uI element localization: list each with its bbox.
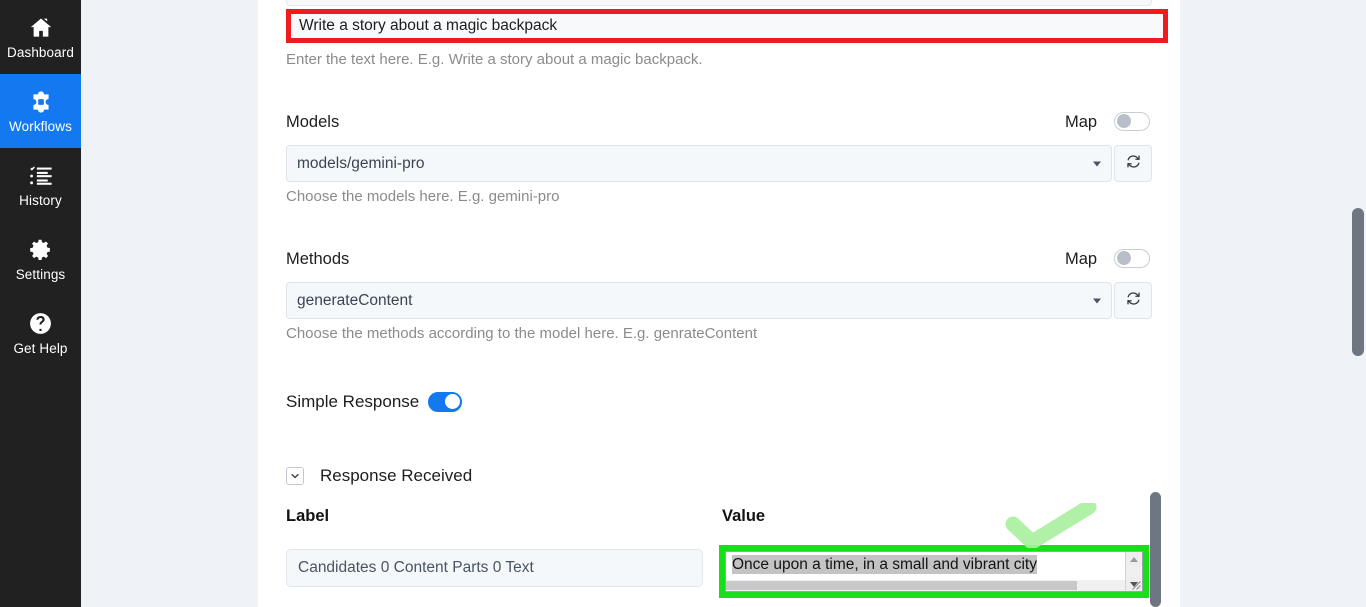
workflows-puzzle-icon [28,89,54,115]
application-window: Dashboard Workflows History Settings Get… [0,0,1366,607]
value-text-content: Once upon a time, in a small and vibrant… [732,554,1125,576]
previous-field-stub [286,0,1152,6]
methods-refresh-button[interactable] [1114,282,1152,319]
page-scrollbar-thumb[interactable] [1352,208,1364,356]
resize-handle-icon[interactable] [1128,577,1141,590]
value-horizontal-scrollbar-thumb[interactable] [726,581,1078,590]
sidebar-item-history[interactable]: History [0,148,81,222]
chevron-down-icon [1093,161,1101,166]
models-select[interactable]: models/gemini-pro [286,145,1112,182]
methods-map-label: Map [1065,250,1098,268]
label-column-header: Label [286,507,330,525]
page-scrollbar[interactable] [1352,0,1364,607]
value-text-region[interactable]: Once upon a time, in a small and vibrant… [726,552,1125,591]
history-list-icon [28,163,54,189]
sidebar-navigation: Dashboard Workflows History Settings Get… [0,0,81,607]
chevron-down-icon[interactable] [286,467,304,485]
inner-panel-scrollbar-thumb[interactable] [1150,492,1161,607]
response-label-input[interactable] [286,549,703,587]
methods-field-label: Methods [286,250,350,268]
sidebar-item-settings[interactable]: Settings [0,222,81,296]
gear-icon [28,237,54,263]
models-map-toggle[interactable] [1114,112,1150,131]
question-circle-icon [28,311,54,337]
sidebar-item-label: Settings [15,266,66,282]
chevron-down-icon [1093,298,1101,303]
refresh-icon [1126,154,1141,174]
methods-map-toggle[interactable] [1114,249,1150,268]
methods-helper-text: Choose the methods according to the mode… [286,325,758,342]
sidebar-item-label: Workflows [9,118,72,134]
value-selected-text: Once upon a time, in a small and vibrant… [732,555,1037,574]
methods-select-row: generateContent [286,282,1152,319]
sidebar-item-dashboard[interactable]: Dashboard [0,0,81,74]
response-received-header: Response Received [286,466,472,486]
value-textarea-highlight-box: Once upon a time, in a small and vibrant… [719,545,1149,598]
models-map-label: Map [1065,113,1098,131]
sidebar-item-label: Get Help [13,340,68,356]
sidebar-item-get-help[interactable]: Get Help [0,296,81,370]
models-selected-value: models/gemini-pro [297,154,425,172]
scroll-up-arrow-icon[interactable] [1125,552,1142,566]
sidebar-item-workflows[interactable]: Workflows [0,74,81,148]
prompt-input-highlight-box [286,9,1168,43]
response-value-textarea[interactable]: Once upon a time, in a small and vibrant… [725,551,1143,592]
value-column-header: Value [722,507,766,525]
prompt-text-input[interactable] [291,14,1163,38]
models-select-row: models/gemini-pro [286,145,1152,182]
models-field-label: Models [286,113,340,131]
value-horizontal-scrollbar[interactable] [726,580,1125,591]
inner-panel-scrollbar[interactable] [1150,492,1161,607]
methods-select[interactable]: generateContent [286,282,1112,319]
response-received-title: Response Received [320,466,473,485]
methods-selected-value: generateContent [297,291,413,309]
models-refresh-button[interactable] [1114,145,1152,182]
toggle-knob [1116,251,1131,265]
refresh-icon [1126,291,1141,311]
sidebar-item-label: Dashboard [7,44,74,60]
sidebar-item-label: History [19,192,62,208]
toggle-knob [444,394,460,409]
simple-response-label: Simple Response [286,392,420,411]
toggle-knob [1116,114,1131,128]
home-icon [28,15,54,41]
simple-response-toggle[interactable] [428,392,462,412]
models-helper-text: Choose the models here. E.g. gemini-pro [286,188,560,205]
prompt-helper-text: Enter the text here. E.g. Write a story … [286,51,703,68]
